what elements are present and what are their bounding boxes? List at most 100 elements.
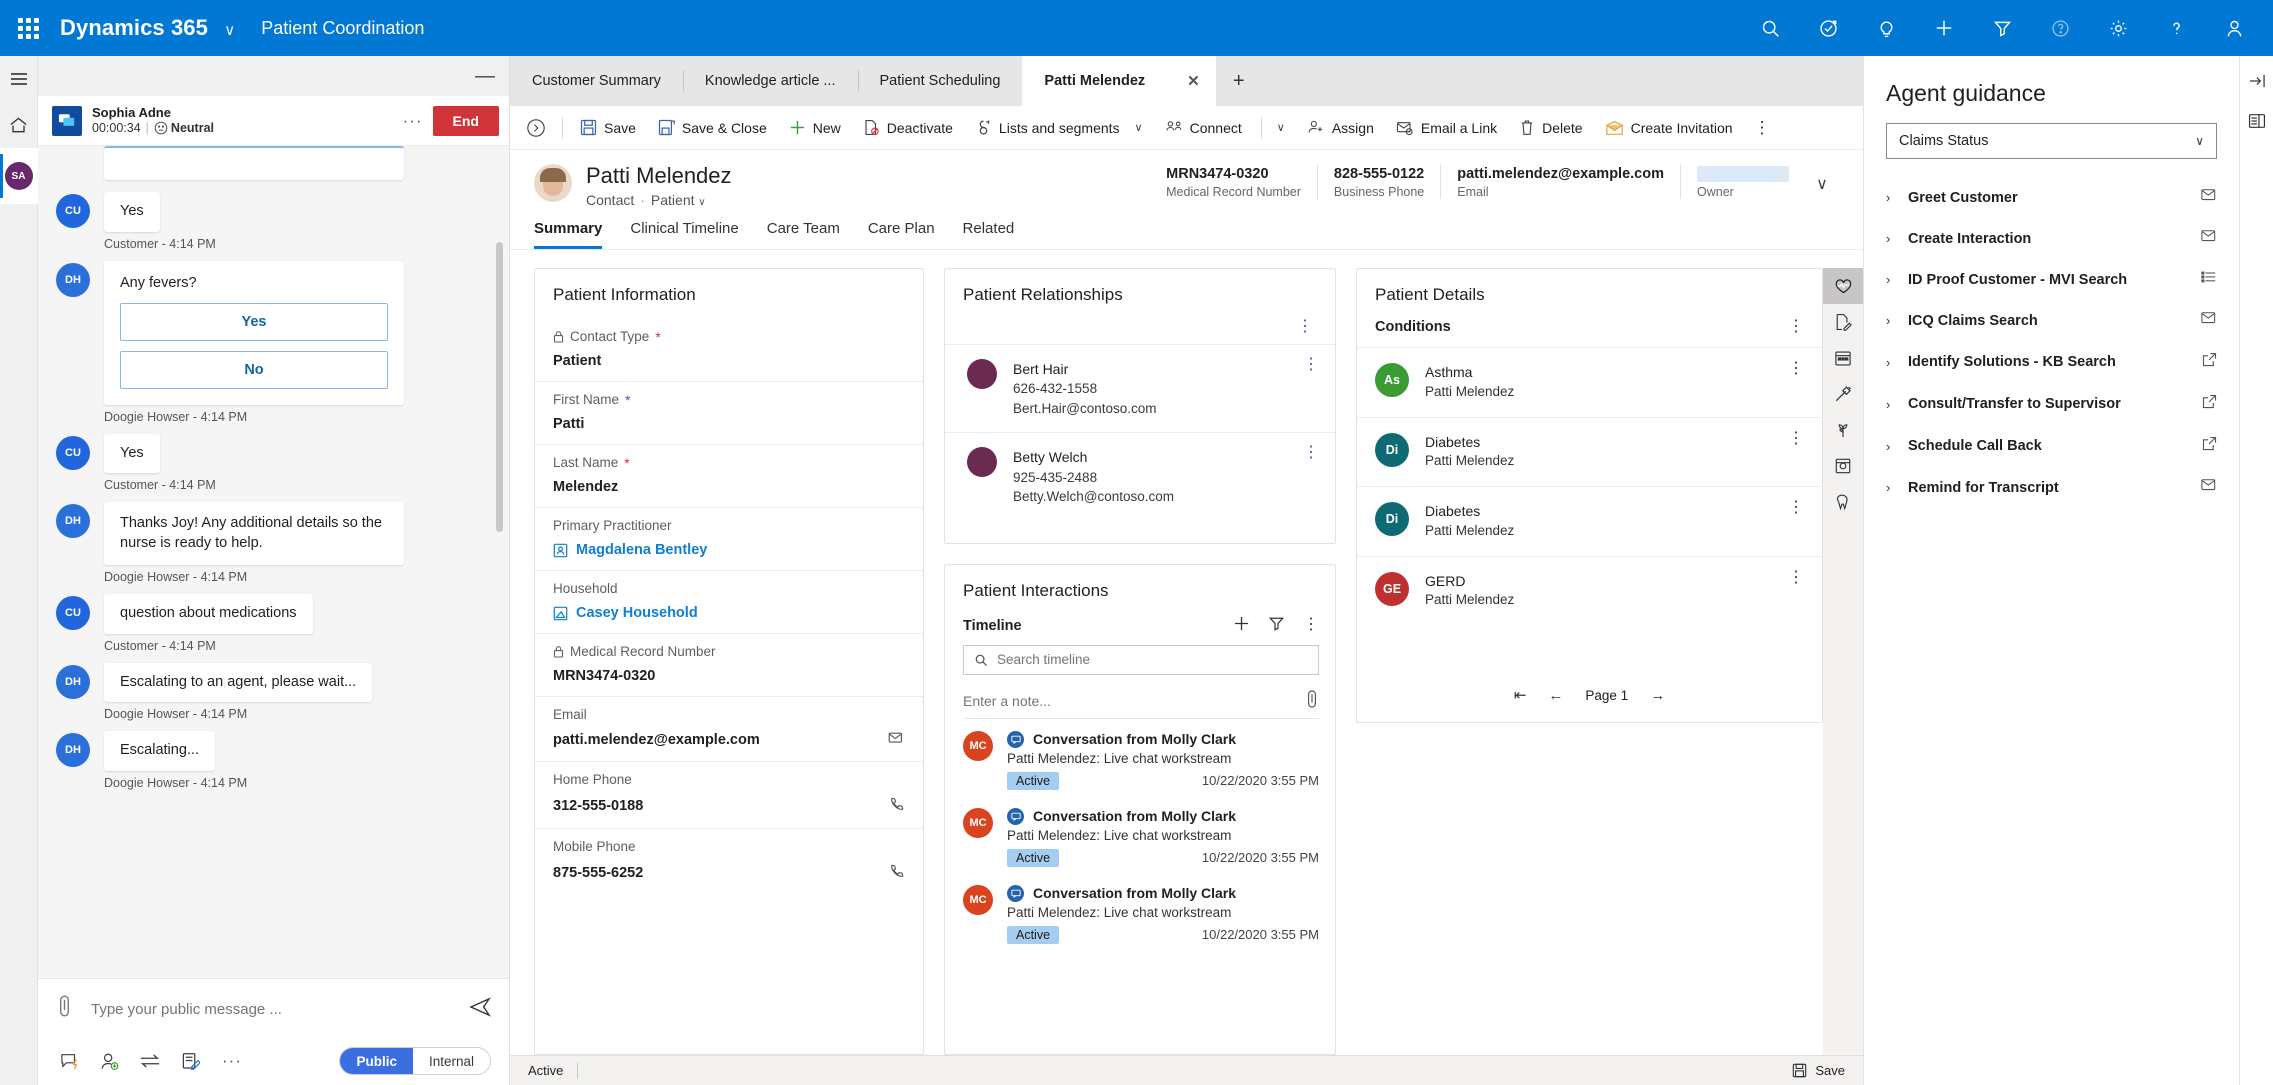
field-value[interactable]: Patti bbox=[553, 407, 905, 444]
timeline-add-icon[interactable] bbox=[1233, 615, 1250, 637]
search-input[interactable] bbox=[997, 652, 1308, 668]
field-value[interactable]: Patient bbox=[553, 344, 905, 381]
timeline-kebab-icon[interactable]: ⋮ bbox=[1303, 617, 1319, 633]
guidance-step-consult-transfer[interactable]: › Consult/Transfer to Supervisor bbox=[1864, 383, 2239, 425]
form-selector[interactable]: Patient ∨ bbox=[651, 192, 706, 208]
guidance-step-create-interaction[interactable]: › Create Interaction bbox=[1864, 218, 2239, 259]
tab-care-team[interactable]: Care Team bbox=[767, 214, 840, 249]
attachment-icon[interactable] bbox=[1305, 690, 1319, 713]
filter-icon[interactable] bbox=[1973, 0, 2031, 56]
guidance-step-icq-claims-search[interactable]: › ICQ Claims Search bbox=[1864, 300, 2239, 341]
guidance-step-id-proof-customer[interactable]: › ID Proof Customer - MVI Search bbox=[1864, 259, 2239, 300]
field-value[interactable]: Magdalena Bentley bbox=[553, 533, 905, 570]
list-item[interactable]: Di Diabetes Patti Melendez ⋮ bbox=[1357, 486, 1822, 555]
toggle-public[interactable]: Public bbox=[340, 1048, 413, 1074]
row-kebab-icon[interactable]: ⋮ bbox=[1788, 500, 1804, 516]
list-item[interactable]: MC Conversation from Molly Clark Patti M… bbox=[945, 719, 1335, 796]
allergy-icon[interactable] bbox=[1823, 412, 1863, 448]
expand-panel-icon[interactable] bbox=[2243, 68, 2271, 94]
list-item[interactable]: Di Diabetes Patti Melendez ⋮ bbox=[1357, 416, 1822, 486]
tab-patient-scheduling[interactable]: Patient Scheduling bbox=[857, 56, 1023, 106]
document-edit-icon[interactable] bbox=[1823, 304, 1863, 340]
field-value[interactable]: Casey Household bbox=[553, 596, 905, 633]
macro-icon[interactable] bbox=[2201, 188, 2217, 207]
expand-command-icon[interactable] bbox=[516, 118, 556, 138]
timeline-search[interactable] bbox=[963, 644, 1319, 675]
phone-icon[interactable] bbox=[889, 796, 905, 816]
assign-button[interactable]: Assign bbox=[1296, 106, 1385, 150]
tab-clinical-timeline[interactable]: Clinical Timeline bbox=[630, 214, 738, 249]
choice-option-no[interactable]: No bbox=[120, 350, 388, 389]
command-overflow-icon[interactable]: ⋮ bbox=[1744, 119, 1787, 136]
email-icon[interactable] bbox=[888, 731, 905, 749]
save-button[interactable]: Save bbox=[569, 106, 647, 150]
row-kebab-icon[interactable]: ⋮ bbox=[1303, 445, 1319, 461]
header-field-owner[interactable]: Owner bbox=[1680, 164, 1805, 199]
lists-and-segments-button[interactable]: Lists and segments ∨ bbox=[964, 106, 1154, 150]
relationships-kebab-icon[interactable]: ⋮ bbox=[1297, 319, 1313, 335]
settings-gear-icon[interactable] bbox=[2089, 0, 2147, 56]
first-page-icon[interactable]: ⇤ bbox=[1514, 686, 1527, 704]
tab-summary[interactable]: Summary bbox=[534, 214, 603, 250]
chevron-down-icon[interactable]: ∨ bbox=[224, 22, 235, 39]
question-icon[interactable] bbox=[2147, 0, 2205, 56]
quick-reply-icon[interactable] bbox=[50, 1048, 90, 1074]
imaging-icon[interactable] bbox=[1823, 448, 1863, 484]
calendar-icon[interactable] bbox=[1823, 340, 1863, 376]
delete-button[interactable]: Delete bbox=[1508, 106, 1593, 150]
row-kebab-icon[interactable]: ⋮ bbox=[1788, 430, 1804, 446]
email-a-link-button[interactable]: Email a Link bbox=[1385, 106, 1508, 150]
brand-title[interactable]: Dynamics 365 ∨ bbox=[56, 15, 235, 41]
add-tab-icon[interactable]: + bbox=[1216, 56, 1262, 106]
create-invitation-button[interactable]: Create Invitation bbox=[1594, 106, 1744, 150]
conversation-more-icon[interactable]: ··· bbox=[393, 111, 433, 131]
heart-pulse-icon[interactable] bbox=[1823, 268, 1863, 305]
conditions-kebab-icon[interactable]: ⋮ bbox=[1788, 318, 1804, 334]
tab-related[interactable]: Related bbox=[963, 214, 1015, 249]
help-circle-icon[interactable] bbox=[2031, 0, 2089, 56]
agent-avatar[interactable]: SA bbox=[0, 148, 38, 204]
guidance-script-select[interactable]: Claims Status ∨ bbox=[1886, 123, 2217, 159]
tab-patti-melendez[interactable]: Patti Melendez ✕ bbox=[1022, 56, 1216, 106]
message-input[interactable] bbox=[91, 1000, 459, 1018]
add-agent-icon[interactable] bbox=[90, 1048, 130, 1074]
insights-icon[interactable] bbox=[1857, 0, 1915, 56]
row-kebab-icon[interactable]: ⋮ bbox=[1303, 357, 1319, 373]
new-button[interactable]: New bbox=[778, 106, 852, 150]
macro-icon[interactable] bbox=[2201, 229, 2217, 248]
collapse-chat-icon[interactable]: — bbox=[475, 66, 495, 86]
connect-button[interactable]: Connect ∨ bbox=[1154, 106, 1296, 150]
field-value[interactable]: patti.melendez@example.com bbox=[553, 722, 905, 761]
search-icon[interactable] bbox=[1741, 0, 1799, 56]
field-value[interactable]: 312-555-0188 bbox=[553, 787, 905, 828]
list-item[interactable]: MC Conversation from Molly Clark Patti M… bbox=[945, 873, 1335, 950]
assistant-icon[interactable] bbox=[1799, 0, 1857, 56]
end-conversation-button[interactable]: End bbox=[432, 105, 499, 136]
launch-icon[interactable] bbox=[2202, 352, 2217, 372]
chevron-down-icon[interactable]: ∨ bbox=[1277, 121, 1285, 134]
list-item[interactable]: As Asthma Patti Melendez ⋮ bbox=[1357, 347, 1822, 416]
productivity-pane-icon[interactable] bbox=[2243, 108, 2271, 134]
deactivate-button[interactable]: Deactivate bbox=[852, 106, 964, 150]
tab-care-plan[interactable]: Care Plan bbox=[868, 214, 935, 249]
add-icon[interactable] bbox=[1915, 0, 1973, 56]
row-kebab-icon[interactable]: ⋮ bbox=[1788, 569, 1804, 585]
user-account-icon[interactable] bbox=[2205, 0, 2263, 56]
field-value[interactable]: MRN3474-0320 bbox=[553, 659, 905, 696]
guidance-step-remind-for-transcript[interactable]: › Remind for Transcript bbox=[1864, 467, 2239, 508]
list-icon[interactable] bbox=[2201, 270, 2217, 289]
list-item[interactable]: MC Conversation from Molly Clark Patti M… bbox=[945, 796, 1335, 873]
chevron-down-icon[interactable]: ∨ bbox=[1135, 121, 1143, 134]
send-message-icon[interactable] bbox=[469, 996, 491, 1022]
field-value[interactable]: 875-555-6252 bbox=[553, 854, 905, 895]
app-launcher-icon[interactable] bbox=[0, 0, 56, 56]
public-internal-toggle[interactable]: Public Internal bbox=[339, 1047, 491, 1075]
previous-page-icon[interactable]: ← bbox=[1548, 687, 1563, 704]
list-item[interactable]: Betty Welch 925-435-2488 Betty.Welch@con… bbox=[945, 432, 1335, 520]
record-header-expand-icon[interactable]: ∨ bbox=[1805, 164, 1839, 194]
tab-customer-summary[interactable]: Customer Summary bbox=[510, 56, 683, 106]
site-map-icon[interactable] bbox=[0, 56, 38, 102]
phone-icon[interactable] bbox=[889, 863, 905, 883]
launch-icon[interactable] bbox=[2202, 436, 2217, 456]
notes-icon[interactable] bbox=[170, 1048, 210, 1074]
